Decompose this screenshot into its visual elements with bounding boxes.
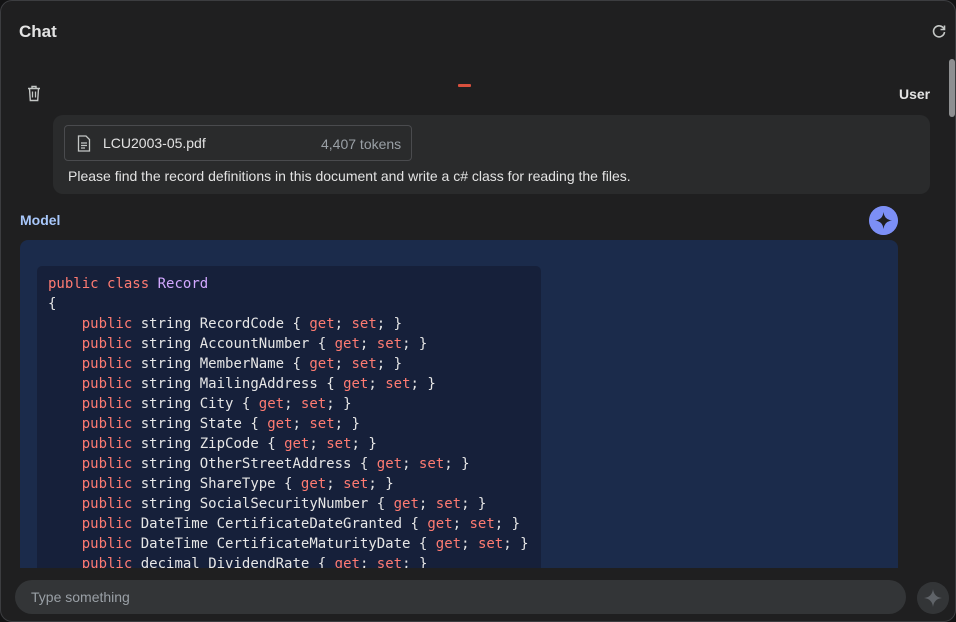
attachment-filename: LCU2003-05.pdf [103, 135, 206, 151]
code-line: public string RecordCode { get; set; } [81, 316, 403, 332]
user-role-label: User [899, 86, 931, 102]
code-line: public string State { get; set; } [81, 416, 360, 432]
recording-indicator [458, 84, 471, 87]
code-line: public DateTime CertificateDateGranted {… [81, 516, 521, 532]
sparkle-icon [869, 206, 898, 235]
conversation-area: User LCU2003-05.pdf 4,407 tokens Please … [1, 1, 955, 568]
code-line: { [48, 296, 57, 312]
code-line: public string AccountNumber { get; set; … [81, 336, 428, 352]
code-line: public class Record [48, 276, 209, 292]
attachment-token-count: 4,407 tokens [321, 136, 402, 152]
code-line: public string OtherStreetAddress { get; … [81, 456, 470, 472]
code-line: public DateTime CertificateMaturityDate … [81, 536, 529, 552]
model-role-label: Model [20, 212, 61, 228]
code-line: public string ZipCode { get; set; } [81, 436, 377, 452]
send-button[interactable] [917, 582, 949, 614]
message-input[interactable] [31, 588, 891, 606]
code-line: public string ShareType { get; set; } [81, 476, 394, 492]
code-line: public string MailingAddress { get; set;… [81, 376, 436, 392]
document-icon [77, 135, 91, 152]
code-line: public decimal DividendRate { get; set; … [81, 556, 428, 568]
trash-icon[interactable] [26, 85, 42, 102]
code-line: public string SocialSecurityNumber { get… [81, 496, 487, 512]
user-message-text: Please find the record definitions in th… [68, 168, 631, 184]
code-content: public class Record { public string Reco… [48, 274, 529, 568]
code-line: public string MemberName { get; set; } [81, 356, 403, 372]
chat-panel: Chat User LCU2003-05.pdf 4,407 tokens Pl… [0, 0, 956, 622]
code-line: public string City { get; set; } [81, 396, 352, 412]
